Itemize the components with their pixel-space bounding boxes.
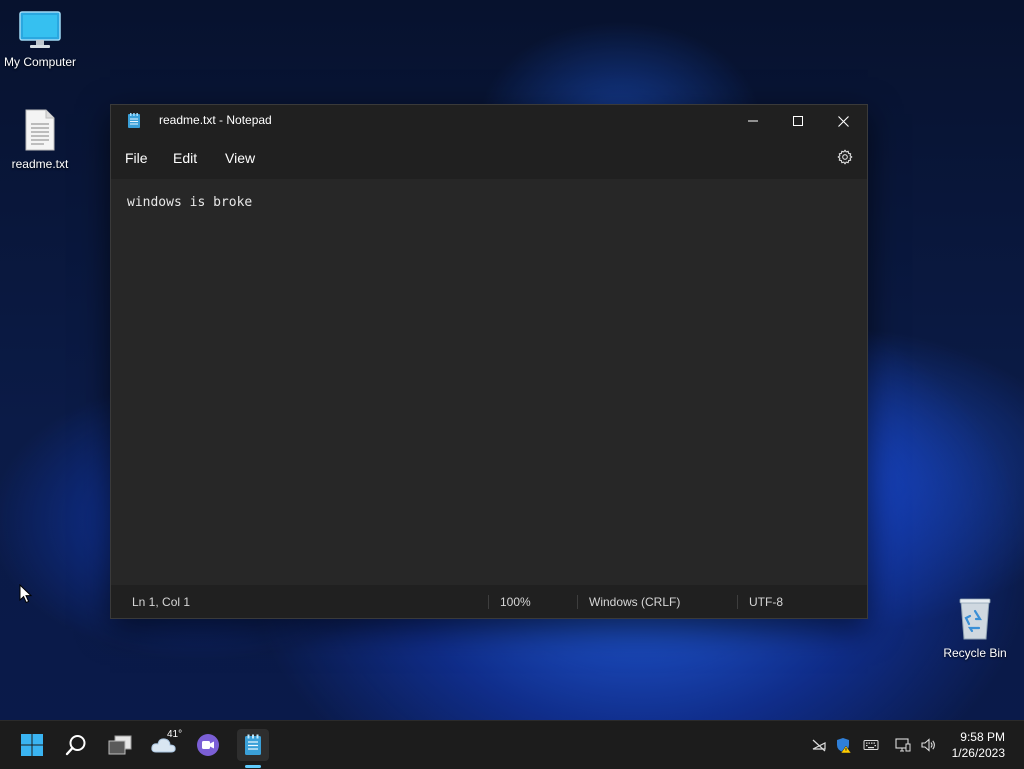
- menu-file[interactable]: File: [125, 150, 148, 166]
- text-editor-area[interactable]: windows is broke: [111, 179, 867, 585]
- status-divider: [577, 595, 578, 609]
- volume-icon[interactable]: [920, 737, 936, 753]
- cursor-position: Ln 1, Col 1: [132, 595, 191, 609]
- text-file-icon: [25, 109, 55, 151]
- weather-temperature: 41°: [167, 729, 183, 740]
- desktop-icon-my-computer[interactable]: My Computer: [0, 10, 80, 69]
- status-bar: Ln 1, Col 1 100% Windows (CRLF) UTF-8: [111, 585, 867, 618]
- desktop-icon-label: readme.txt: [11, 157, 69, 171]
- task-view-icon: [108, 735, 132, 755]
- display-network-icon[interactable]: [895, 737, 911, 753]
- zoom-level: 100%: [500, 595, 531, 609]
- chat-camera-icon: [197, 734, 219, 756]
- start-button[interactable]: [16, 729, 48, 761]
- minimize-icon: [748, 120, 758, 122]
- windows-logo-icon: [21, 734, 43, 756]
- menu-edit[interactable]: Edit: [173, 150, 197, 166]
- status-divider: [737, 595, 738, 609]
- search-icon: [65, 735, 86, 756]
- title-bar[interactable]: readme.txt - Notepad: [111, 105, 867, 137]
- monitor-icon: [19, 11, 61, 48]
- task-view-button[interactable]: [104, 729, 136, 761]
- document-text: windows is broke: [127, 195, 253, 210]
- search-button[interactable]: [60, 729, 92, 761]
- menu-bar: File Edit View: [111, 137, 867, 179]
- notepad-icon: [245, 734, 261, 755]
- recycle-bin-icon: [959, 598, 991, 640]
- clock-time: 9:58 PM: [960, 730, 1005, 744]
- maximize-icon: [793, 116, 803, 126]
- menu-view[interactable]: View: [225, 150, 255, 166]
- notepad-icon: [128, 113, 140, 128]
- network-disconnected-icon[interactable]: [811, 737, 827, 753]
- maximize-button[interactable]: [775, 105, 821, 137]
- security-shield-warning-icon[interactable]: [836, 737, 852, 753]
- minimize-button[interactable]: [730, 105, 776, 137]
- encoding: UTF-8: [749, 595, 783, 609]
- desktop-icon-label: My Computer: [3, 55, 77, 69]
- taskbar-notepad-button[interactable]: [237, 729, 269, 761]
- settings-gear-icon[interactable]: [837, 149, 853, 165]
- line-ending: Windows (CRLF): [589, 595, 681, 609]
- close-button[interactable]: [820, 105, 866, 137]
- clock-date: 1/26/2023: [951, 746, 1005, 760]
- taskbar: 41° 9:58 PM 1/26/2023: [0, 720, 1024, 769]
- system-clock[interactable]: 9:58 PM 1/26/2023: [952, 729, 1005, 761]
- notepad-window: readme.txt - Notepad File Edit View wind…: [110, 104, 868, 619]
- mouse-cursor-icon: [19, 584, 33, 604]
- keyboard-icon[interactable]: [863, 737, 879, 753]
- desktop-icon-label: Recycle Bin: [943, 646, 1007, 660]
- window-title: readme.txt - Notepad: [159, 113, 272, 127]
- desktop-icon-recycle-bin[interactable]: Recycle Bin: [935, 597, 1015, 660]
- close-icon: [837, 115, 849, 127]
- widgets-button[interactable]: 41°: [148, 729, 183, 761]
- desktop-icon-readme[interactable]: readme.txt: [0, 108, 80, 171]
- status-divider: [488, 595, 489, 609]
- chat-button[interactable]: [192, 729, 224, 761]
